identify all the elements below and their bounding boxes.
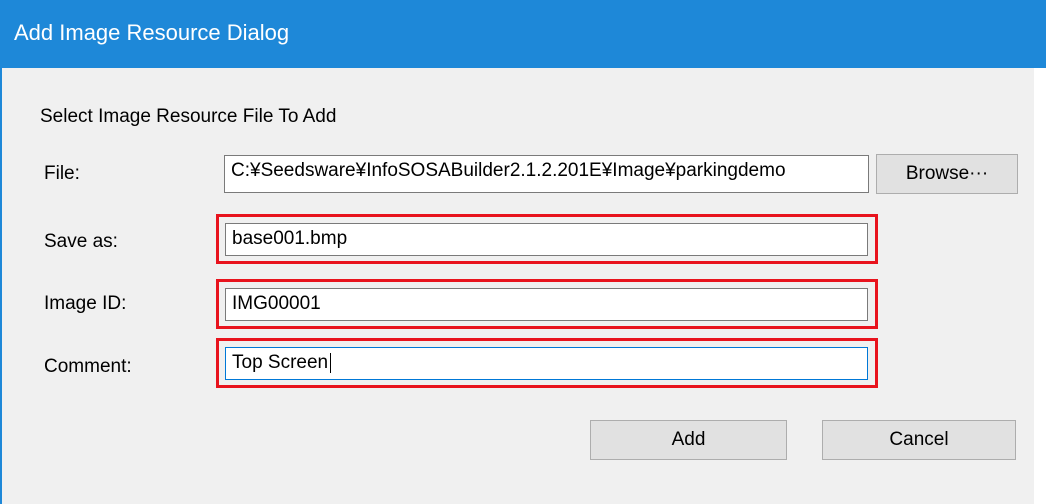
save-as-label: Save as: [44, 231, 118, 252]
image-id-field[interactable]: IMG00001 [225, 288, 868, 321]
comment-label: Comment: [44, 356, 132, 377]
add-button[interactable]: Add [590, 420, 787, 460]
image-id-label: Image ID: [44, 293, 127, 314]
browse-button[interactable]: Browse··· [876, 154, 1018, 194]
text-cursor [330, 352, 332, 373]
save-as-value: base001.bmp [232, 228, 348, 249]
file-path-value: C:¥Seedsware¥InfoSOSABuilder2.1.2.201E¥I… [231, 160, 786, 181]
window-title: Add Image Resource Dialog [14, 20, 290, 45]
window-edge [1034, 68, 1046, 504]
title-bar[interactable]: Add Image Resource Dialog [0, 0, 1046, 68]
file-path-field[interactable]: C:¥Seedsware¥InfoSOSABuilder2.1.2.201E¥I… [224, 155, 869, 193]
save-as-field[interactable]: base001.bmp [225, 223, 868, 256]
cancel-button[interactable]: Cancel [822, 420, 1016, 460]
instruction-text: Select Image Resource File To Add [40, 106, 337, 127]
image-id-value: IMG00001 [232, 293, 321, 314]
add-image-resource-dialog: Add Image Resource Dialog Select Image R… [0, 0, 1046, 504]
file-label: File: [44, 163, 80, 184]
comment-field[interactable]: Top Screen [225, 347, 868, 380]
comment-value: Top Screen [232, 352, 329, 373]
